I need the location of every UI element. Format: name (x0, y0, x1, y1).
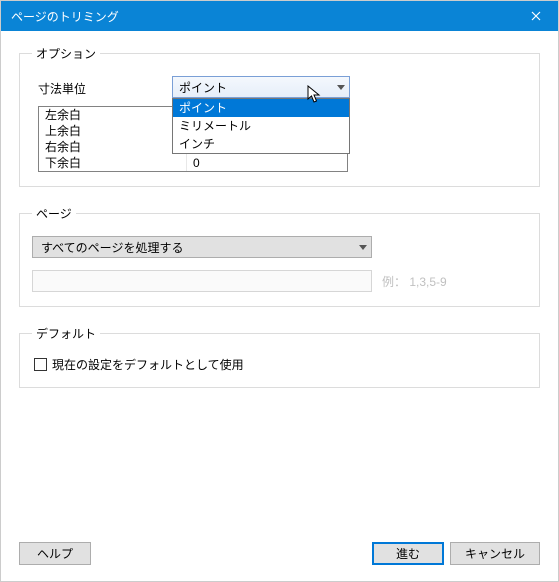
unit-option-inch[interactable]: インチ (173, 135, 349, 153)
pages-group: ページ すべてのページを処理する 例： 1,3,5-9 (19, 205, 540, 307)
defaults-legend: デフォルト (32, 325, 100, 342)
save-defaults-row: 現在の設定をデフォルトとして使用 (32, 356, 527, 373)
close-button[interactable] (513, 1, 558, 31)
proceed-button-label: 進む (396, 545, 420, 562)
chevron-down-icon (359, 245, 367, 250)
unit-option-points[interactable]: ポイント (173, 99, 349, 117)
button-bar: ヘルプ 進む キャンセル (19, 542, 540, 565)
unit-combobox[interactable]: ポイント ポイント ミリメートル インチ (172, 76, 350, 98)
pages-legend: ページ (32, 205, 76, 222)
unit-option-mm[interactable]: ミリメートル (173, 117, 349, 135)
unit-row: 寸法単位 ポイント ポイント ミリメートル インチ (32, 76, 527, 98)
save-defaults-label: 現在の設定をデフォルトとして使用 (52, 356, 244, 373)
pages-combobox-value: すべてのページを処理する (41, 239, 183, 256)
close-icon (531, 11, 541, 21)
proceed-button[interactable]: 進む (372, 542, 444, 565)
chevron-down-icon (337, 85, 345, 90)
unit-combobox-value: ポイント (179, 79, 227, 96)
cancel-button[interactable]: キャンセル (450, 542, 540, 565)
page-range-input[interactable] (32, 270, 372, 292)
help-button[interactable]: ヘルプ (19, 542, 91, 565)
table-row: 下余白 0 (39, 155, 347, 171)
page-range-example: 例： 1,3,5-9 (382, 273, 447, 290)
options-legend: オプション (32, 45, 100, 62)
unit-label: 寸法単位 (32, 76, 172, 97)
cancel-button-label: キャンセル (465, 545, 525, 562)
margin-top-label: 上余白 (39, 123, 187, 139)
options-group: オプション 寸法単位 ポイント ポイント ミリメートル インチ 左余白 0 (19, 45, 540, 187)
window-title: ページのトリミング (11, 8, 119, 25)
titlebar: ページのトリミング (1, 1, 558, 31)
margin-bottom-label: 下余白 (39, 155, 187, 171)
margin-right-label: 右余白 (39, 139, 187, 155)
pages-combobox[interactable]: すべてのページを処理する (32, 236, 372, 258)
help-button-label: ヘルプ (37, 545, 73, 562)
margin-bottom-value[interactable]: 0 (187, 155, 347, 171)
unit-dropdown: ポイント ミリメートル インチ (172, 98, 350, 154)
save-defaults-checkbox[interactable] (34, 358, 47, 371)
dialog-content: オプション 寸法単位 ポイント ポイント ミリメートル インチ 左余白 0 (1, 31, 558, 581)
page-range-row: 例： 1,3,5-9 (32, 270, 527, 292)
defaults-group: デフォルト 現在の設定をデフォルトとして使用 (19, 325, 540, 388)
margin-left-label: 左余白 (39, 107, 187, 123)
